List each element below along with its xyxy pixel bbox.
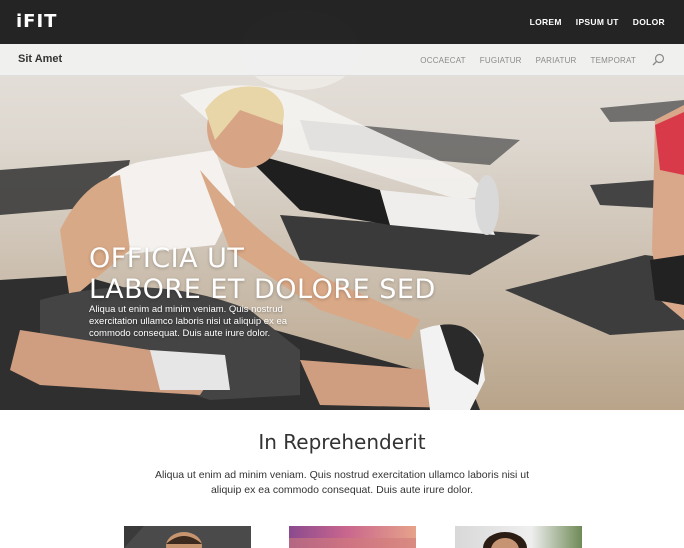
top-navbar: iFIT LOREM IPSUM UT DOLOR	[0, 0, 684, 44]
section-title: In Reprehenderit	[258, 430, 426, 454]
top-nav: LOREM IPSUM UT DOLOR	[530, 0, 665, 44]
hero-title-line-1: OFFICIA UT	[89, 243, 245, 274]
subnav-link-temporat[interactable]: TEMPORAT	[591, 56, 636, 65]
nav-link-lorem[interactable]: LOREM	[530, 17, 562, 27]
section-description: Aliqua ut enim ad minim veniam. Quis nos…	[154, 469, 530, 496]
hero-description: Aliqua ut enim ad minim veniam. Quis nos…	[89, 304, 288, 339]
nav-link-ipsum-ut[interactable]: IPSUM UT	[576, 17, 619, 27]
section-brand[interactable]: Sit Amet	[18, 53, 62, 65]
feature-thumbnail-2[interactable]	[289, 526, 416, 548]
thumbnail-photo	[124, 526, 251, 548]
feature-thumbnail-3[interactable]	[455, 526, 582, 548]
secondary-nav: OCCAECAT FUGIATUR PARIATUR TEMPORAT	[420, 44, 636, 76]
subnav-link-pariatur[interactable]: PARIATUR	[536, 56, 577, 65]
nav-link-dolor[interactable]: DOLOR	[633, 17, 665, 27]
thumbnail-photo	[483, 532, 527, 548]
secondary-navbar: Sit Amet OCCAECAT FUGIATUR PARIATUR TEMP…	[0, 44, 684, 76]
feature-thumbnail-1[interactable]	[124, 526, 251, 548]
thumbnail-photo	[289, 538, 416, 548]
search-icon[interactable]	[652, 53, 665, 66]
subnav-link-fugiatur[interactable]: FUGIATUR	[480, 56, 522, 65]
subnav-link-occaecat[interactable]: OCCAECAT	[420, 56, 465, 65]
hero-title: OFFICIA UT LABORE ET DOLORE SED	[89, 243, 449, 305]
hero-title-line-2: LABORE ET DOLORE SED	[89, 274, 436, 305]
logo[interactable]: iFIT	[16, 11, 57, 32]
